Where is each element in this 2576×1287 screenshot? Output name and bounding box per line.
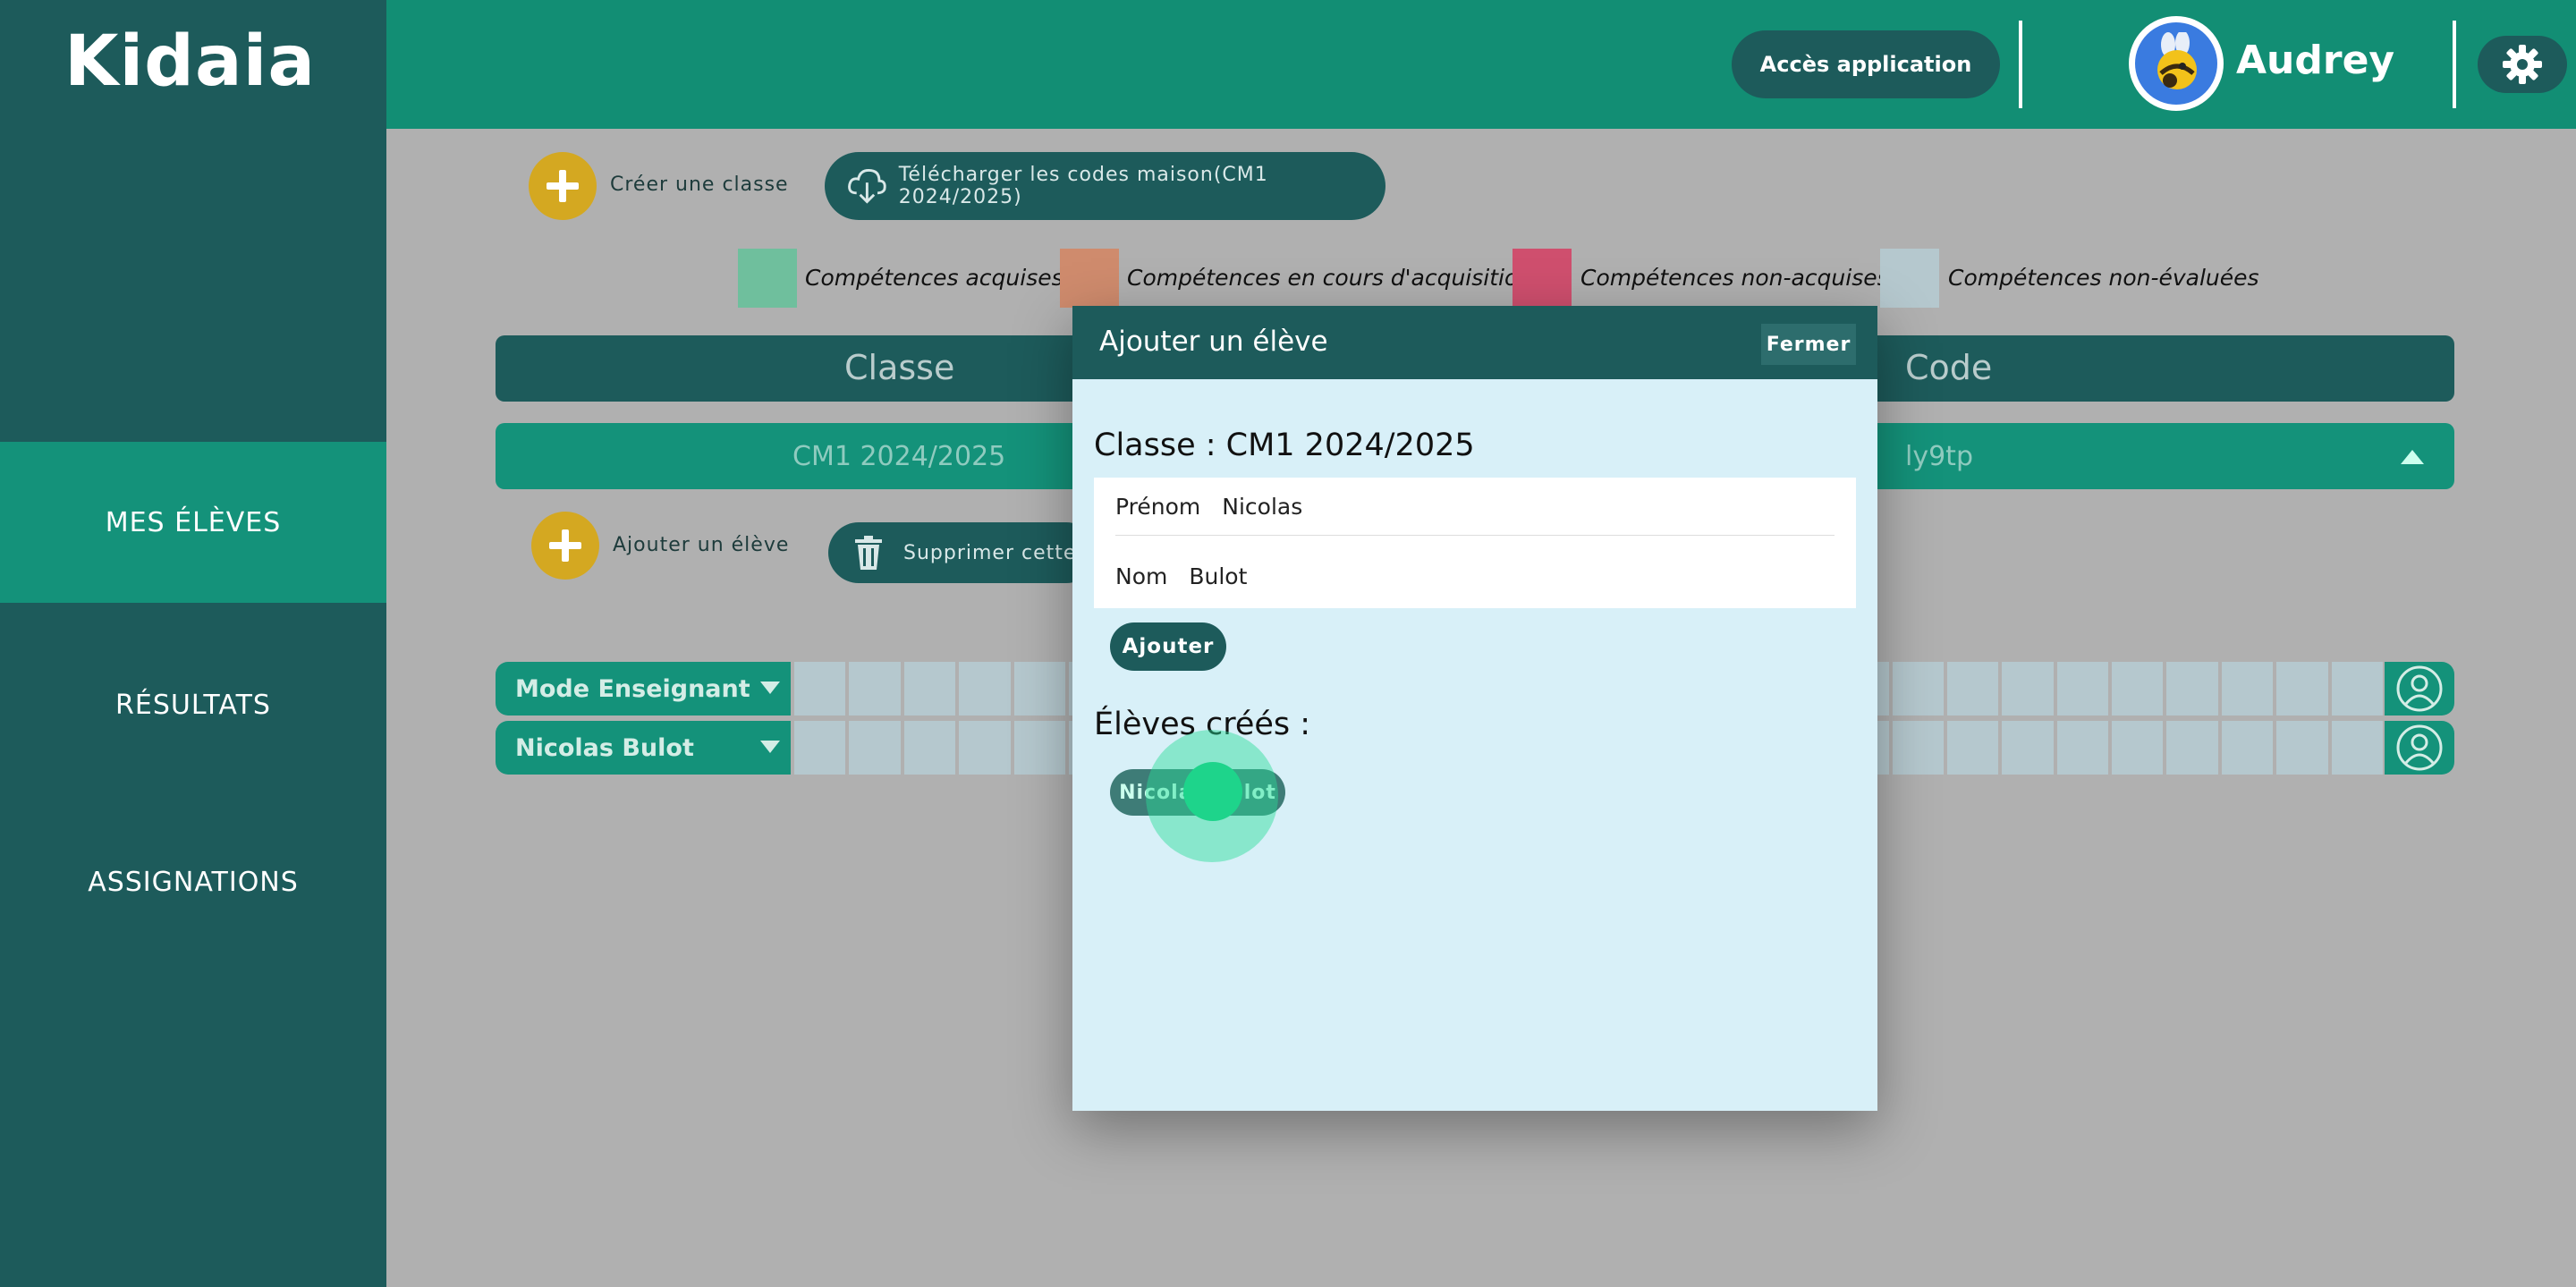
student-name: Nicolas Bulot	[515, 733, 694, 762]
bee-avatar-icon[interactable]	[2129, 16, 2224, 111]
last-name-input[interactable]: Bulot	[1189, 563, 1247, 589]
chevron-down-icon	[760, 682, 780, 694]
legend-label-not-acquired: Compétences non-acquises	[1580, 265, 1889, 291]
student-selector[interactable]: Nicolas Bulot	[496, 721, 791, 775]
column-header-class: Classe	[844, 348, 955, 387]
click-indicator-dot	[1183, 762, 1242, 821]
settings-button[interactable]	[2478, 36, 2567, 93]
first-name-input[interactable]: Nicolas	[1222, 494, 1302, 520]
plus-icon	[547, 170, 579, 202]
add-student-label[interactable]: Ajouter un élève	[613, 534, 789, 556]
last-name-field[interactable]: Nom Bulot	[1115, 563, 1247, 589]
create-class-button[interactable]	[529, 152, 597, 220]
add-student-modal: Ajouter un élève Fermer Classe : CM1 202…	[1072, 306, 1877, 1111]
download-codes-label: Télécharger les codes maison(CM1 2024/20…	[898, 164, 1268, 208]
sidebar: Kidaia MES ÉLÈVES RÉSULTATS ASSIGNATIONS	[0, 0, 386, 1287]
chevron-down-icon	[760, 741, 780, 753]
legend-swatch-not-evaluated	[1880, 249, 1939, 308]
header-divider	[2453, 21, 2456, 108]
delete-class-button[interactable]: Supprimer cette	[828, 522, 1097, 583]
legend-label-not-evaluated: Compétences non-évaluées	[1948, 265, 2259, 291]
form-divider	[1115, 535, 1835, 536]
column-header-code: Code	[1905, 348, 1993, 387]
plus-icon	[549, 529, 581, 562]
first-name-label: Prénom	[1115, 494, 1201, 520]
last-name-label: Nom	[1115, 563, 1168, 589]
legend-label-in-progress: Compétences en cours d'acquisition	[1127, 265, 1533, 291]
add-student-button[interactable]	[531, 512, 599, 580]
create-class-label[interactable]: Créer une classe	[610, 174, 789, 196]
app-access-button[interactable]: Accès application	[1732, 30, 2000, 98]
legend-swatch-acquired	[738, 249, 797, 308]
student-name: Mode Enseignant	[515, 674, 750, 703]
user-circle-icon	[2396, 724, 2443, 771]
download-codes-button[interactable]: Télécharger les codes maison(CM1 2024/20…	[825, 152, 1385, 220]
sidebar-item-resultats[interactable]: RÉSULTATS	[0, 624, 386, 785]
modal-class-line: Classe : CM1 2024/2025	[1094, 428, 1475, 463]
class-name: CM1 2024/2025	[792, 441, 1006, 472]
close-button[interactable]: Fermer	[1761, 324, 1856, 365]
delete-class-label: Supprimer cette	[903, 541, 1077, 564]
user-circle-icon	[2396, 665, 2443, 712]
student-profile-button[interactable]	[2385, 721, 2454, 775]
add-button[interactable]: Ajouter	[1110, 622, 1226, 671]
legend-label-acquired: Compétences acquises	[805, 265, 1063, 291]
username: Audrey	[2236, 38, 2395, 83]
class-code: ly9tp	[1905, 441, 1973, 472]
student-selector[interactable]: Mode Enseignant	[496, 662, 791, 715]
student-form: Prénom Nicolas Nom Bulot	[1094, 478, 1856, 608]
chevron-up-icon[interactable]	[2401, 448, 2424, 464]
legend-swatch-not-acquired	[1513, 249, 1572, 308]
app-logo: Kidaia	[64, 21, 317, 102]
header-divider	[2019, 21, 2022, 108]
student-profile-button[interactable]	[2385, 662, 2454, 715]
sidebar-item-assignations[interactable]: ASSIGNATIONS	[0, 801, 386, 962]
modal-title: Ajouter un élève	[1099, 326, 1328, 358]
legend-swatch-in-progress	[1060, 249, 1119, 308]
trash-icon	[855, 536, 882, 570]
cloud-download-icon	[848, 169, 886, 204]
modal-header: Ajouter un élève Fermer	[1072, 306, 1877, 379]
sidebar-item-mes-eleves[interactable]: MES ÉLÈVES	[0, 442, 386, 603]
gear-icon	[2503, 45, 2542, 84]
first-name-field[interactable]: Prénom Nicolas	[1115, 494, 1302, 520]
